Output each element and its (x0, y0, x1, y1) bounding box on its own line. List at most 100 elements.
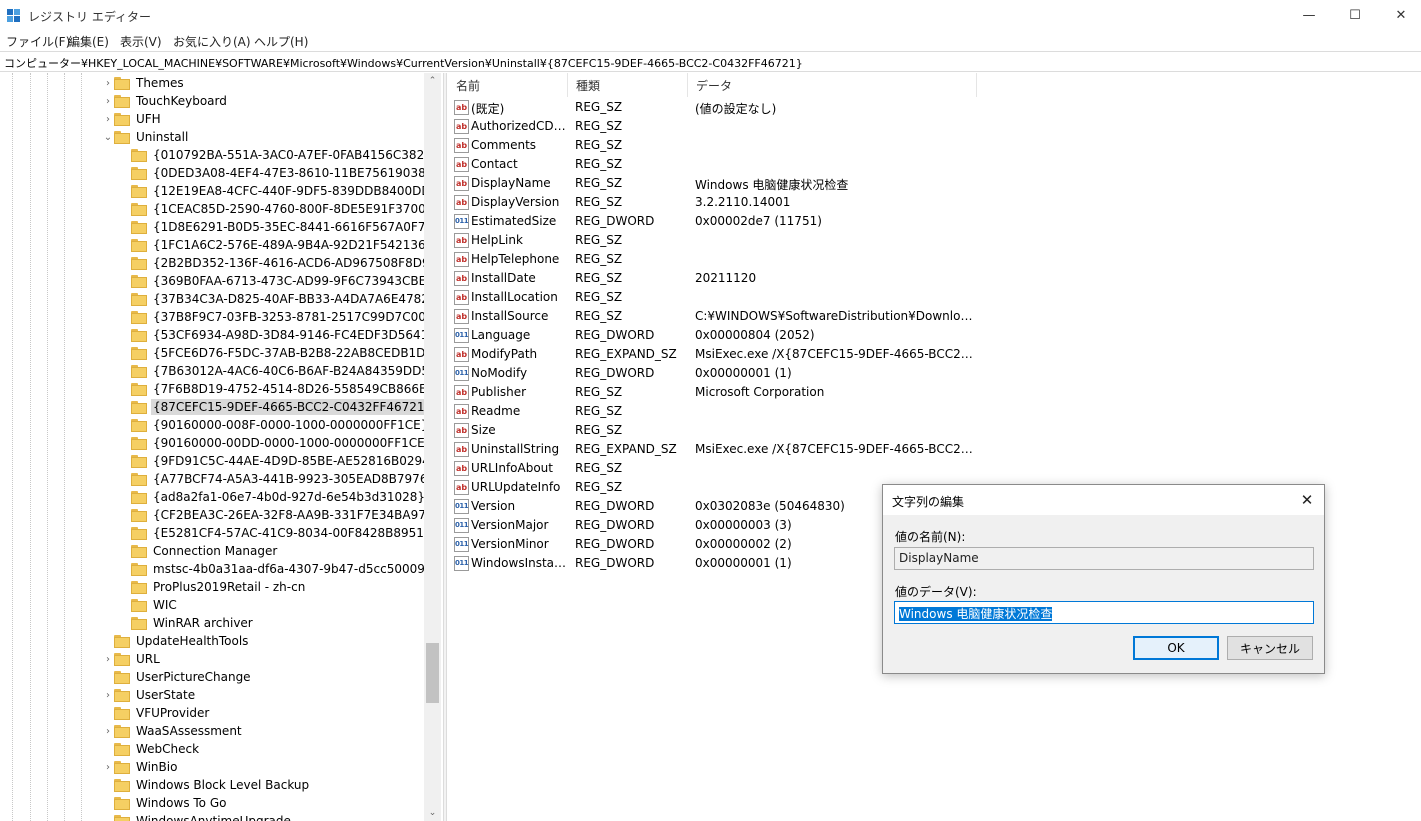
tree-item[interactable]: WIC (119, 596, 179, 614)
expand-chevron-icon[interactable] (119, 290, 131, 308)
value-data-input[interactable]: Windows 电脑健康状况检查 (894, 601, 1314, 624)
expand-chevron-icon[interactable] (119, 272, 131, 290)
expand-chevron-icon[interactable] (102, 776, 114, 794)
expand-chevron-icon[interactable] (102, 632, 114, 650)
value-row[interactable]: ab Readme REG_SZ (448, 402, 1008, 421)
tree-item[interactable]: {53CF6934-A98D-3D84-9146-FC4EDF3D5641} (119, 326, 438, 344)
tree-item[interactable]: {1CEAC85D-2590-4760-800F-8DE5E91F3700} (119, 200, 435, 218)
expand-chevron-icon[interactable] (119, 236, 131, 254)
tree-item[interactable]: Windows Block Level Backup (102, 776, 311, 794)
menu-file[interactable]: ファイル(F) (6, 33, 70, 50)
expand-chevron-icon[interactable] (119, 200, 131, 218)
tree-item[interactable]: {37B8F9C7-03FB-3253-8781-2517C99D7C00} (119, 308, 435, 326)
tree-item[interactable]: Windows To Go (102, 794, 228, 812)
tree-item[interactable]: WinRAR archiver (119, 614, 255, 632)
value-row[interactable]: ab InstallDate REG_SZ 20211120 (448, 269, 1008, 288)
column-header-name[interactable]: 名前 (448, 73, 568, 97)
pane-splitter[interactable] (443, 73, 447, 821)
value-row[interactable]: ab DisplayVersion REG_SZ 3.2.2110.14001 (448, 193, 1008, 212)
dialog-close-icon[interactable]: ✕ (1296, 489, 1318, 511)
expand-chevron-icon[interactable] (119, 254, 131, 272)
tree-item[interactable]: {ad8a2fa1-06e7-4b0d-927d-6e54b3d31028} (119, 488, 427, 506)
tree-item[interactable]: WebCheck (102, 740, 201, 758)
expand-chevron-icon[interactable] (119, 614, 131, 632)
value-row[interactable]: ab ModifyPath REG_EXPAND_SZ MsiExec.exe /X{… (448, 345, 1008, 364)
expand-chevron-icon[interactable] (119, 542, 131, 560)
value-row[interactable]: ab Comments REG_SZ (448, 136, 1008, 155)
key-tree-pane[interactable]: › Themes › TouchKeyboard › UFH ⌄ Uninstall {0107… (0, 73, 441, 821)
expand-chevron-icon[interactable]: › (102, 110, 114, 128)
value-list-pane[interactable]: 名前 種類 データ ab (既定) REG_SZ (値の設定なし) ab Authoriz… (448, 73, 1421, 821)
value-row[interactable]: 011 EstimatedSize REG_DWORD 0x00002de7 (117… (448, 212, 1008, 231)
expand-chevron-icon[interactable] (119, 578, 131, 596)
expand-chevron-icon[interactable] (102, 668, 114, 686)
expand-chevron-icon[interactable] (119, 164, 131, 182)
expand-chevron-icon[interactable] (119, 524, 131, 542)
tree-item[interactable]: {5FCE6D76-F5DC-37AB-B2B8-22AB8CEDB1D4} (119, 344, 441, 362)
tree-scrollbar[interactable]: ⌃ ⌄ (424, 73, 441, 821)
tree-item[interactable]: {E5281CF4-57AC-41C9-8034-00F8428B8951} (119, 524, 434, 542)
menu-edit[interactable]: 編集(E) (68, 33, 109, 50)
tree-item[interactable]: {010792BA-551A-3AC0-A7EF-0FAB4156C382} (119, 146, 434, 164)
minimize-button[interactable]: — (1286, 0, 1332, 31)
tree-item[interactable]: › UFH (102, 110, 163, 128)
tree-item[interactable]: UserPictureChange (102, 668, 253, 686)
tree-item[interactable]: {37B34C3A-D825-40AF-BB33-A4DA7A6E4782} (119, 290, 439, 308)
tree-item[interactable]: {1D8E6291-B0D5-35EC-8441-6616F567A0F7} (119, 218, 435, 236)
value-row[interactable]: 011 Language REG_DWORD 0x00000804 (2052) (448, 326, 1008, 345)
cancel-button[interactable]: キャンセル (1227, 636, 1313, 660)
value-row[interactable]: ab Publisher REG_SZ Microsoft Corporation (448, 383, 1008, 402)
tree-item[interactable]: WindowsAnytimeUpgrade (102, 812, 293, 821)
value-row[interactable]: ab (既定) REG_SZ (値の設定なし) (448, 98, 1008, 117)
expand-chevron-icon[interactable] (119, 452, 131, 470)
tree-item[interactable]: {90160000-008F-0000-1000-0000000FF1CE} (119, 416, 430, 434)
expand-chevron-icon[interactable] (119, 434, 131, 452)
tree-item[interactable]: Connection Manager (119, 542, 279, 560)
tree-item[interactable]: {A77BCF74-A5A3-441B-9923-305EAD8B7976}_i… (119, 470, 441, 488)
expand-chevron-icon[interactable] (119, 308, 131, 326)
value-row[interactable]: ab UninstallString REG_EXPAND_SZ MsiExec.ex… (448, 440, 1008, 459)
close-window-button[interactable]: ✕ (1378, 0, 1421, 31)
value-row[interactable]: ab InstallLocation REG_SZ (448, 288, 1008, 307)
value-row[interactable]: ab Contact REG_SZ (448, 155, 1008, 174)
tree-item[interactable]: {369B0FAA-6713-473C-AD99-9F6C73943CBE} (119, 272, 436, 290)
menu-help[interactable]: ヘルプ(H) (254, 33, 308, 50)
expand-chevron-icon[interactable] (119, 506, 131, 524)
tree-item[interactable]: › URL (102, 650, 162, 668)
tree-item[interactable]: {87CEFC15-9DEF-4665-BCC2-C0432FF46721} (119, 398, 435, 416)
value-row[interactable]: 011 NoModify REG_DWORD 0x00000001 (1) (448, 364, 1008, 383)
expand-chevron-icon[interactable] (102, 740, 114, 758)
expand-chevron-icon[interactable] (119, 560, 131, 578)
ok-button[interactable]: OK (1133, 636, 1219, 660)
tree-item[interactable]: › WinBio (102, 758, 179, 776)
tree-item[interactable]: {7F6B8D19-4752-4514-8D26-558549CB866E} (119, 380, 436, 398)
expand-chevron-icon[interactable] (119, 398, 131, 416)
tree-item[interactable]: {2B2BD352-136F-4616-ACD6-AD967508F8D9} (119, 254, 439, 272)
expand-chevron-icon[interactable] (119, 218, 131, 236)
expand-chevron-icon[interactable] (119, 470, 131, 488)
maximize-button[interactable]: ☐ (1332, 0, 1378, 31)
tree-item[interactable]: {0DED3A08-4EF4-47E3-8610-11BE75619038} (119, 164, 435, 182)
scroll-down-button[interactable]: ⌄ (424, 805, 441, 821)
expand-chevron-icon[interactable] (119, 596, 131, 614)
tree-item[interactable]: mstsc-4b0a31aa-df6a-4307-9b47-d5cc500096… (119, 560, 441, 578)
expand-chevron-icon[interactable] (119, 146, 131, 164)
tree-item[interactable]: › TouchKeyboard (102, 92, 229, 110)
expand-chevron-icon[interactable] (102, 794, 114, 812)
value-row[interactable]: ab Size REG_SZ (448, 421, 1008, 440)
expand-chevron-icon[interactable]: › (102, 92, 114, 110)
value-row[interactable]: ab HelpLink REG_SZ (448, 231, 1008, 250)
collapse-chevron-icon[interactable]: ⌄ (102, 128, 114, 146)
scroll-up-button[interactable]: ⌃ (424, 73, 441, 89)
tree-item[interactable]: VFUProvider (102, 704, 211, 722)
tree-item[interactable]: {90160000-00DD-0000-1000-0000000FF1CE} (119, 434, 434, 452)
scroll-thumb[interactable] (426, 643, 439, 703)
expand-chevron-icon[interactable]: › (102, 74, 114, 92)
tree-item[interactable]: › Themes (102, 74, 186, 92)
expand-chevron-icon[interactable] (119, 488, 131, 506)
value-row[interactable]: ab InstallSource REG_SZ C:¥WINDOWS¥Software… (448, 307, 1008, 326)
value-row[interactable]: ab AuthorizedCDFP... REG_SZ (448, 117, 1008, 136)
expand-chevron-icon[interactable]: › (102, 650, 114, 668)
expand-chevron-icon[interactable] (119, 362, 131, 380)
expand-chevron-icon[interactable]: › (102, 686, 114, 704)
